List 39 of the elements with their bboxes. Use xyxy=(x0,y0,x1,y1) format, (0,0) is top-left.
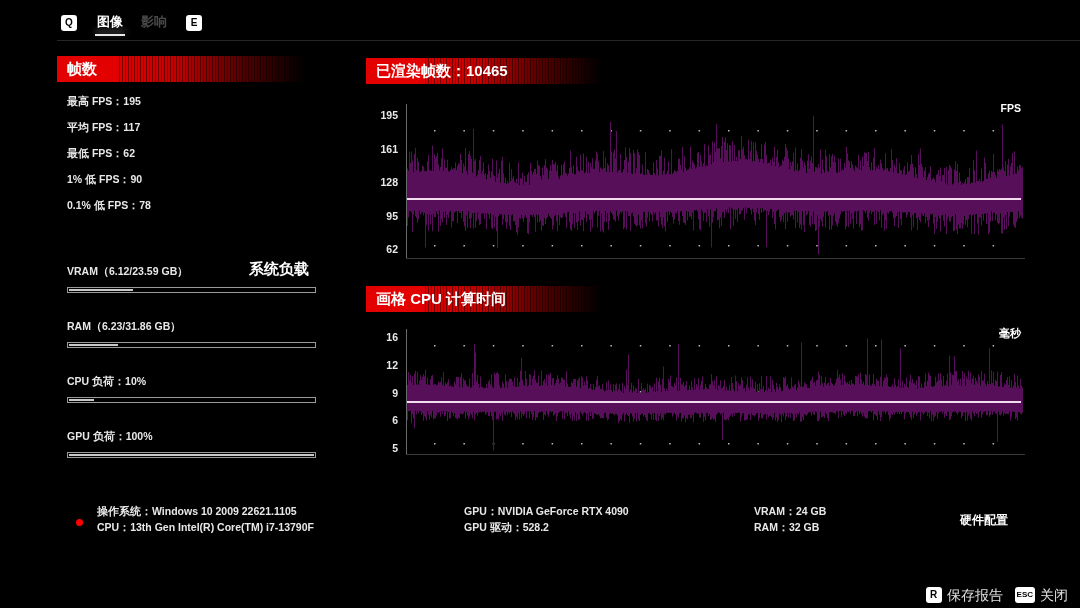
section-title: 画格 CPU 计算时间 xyxy=(376,290,506,308)
graph-unit-label: FPS xyxy=(1000,101,1021,115)
meter-label: VRAM（6.12/23.59 GB） xyxy=(67,265,189,278)
hardware-info-text: GPU：NVIDIA GeForce RTX 4090 xyxy=(464,504,629,519)
footer-action[interactable]: 关闭 xyxy=(1040,587,1068,603)
hardware-info-text: CPU：13th Gen Intel(R) Core(TM) i7-13790F xyxy=(97,520,314,535)
key-cap: R xyxy=(925,587,942,603)
axis-tick-label: 195 xyxy=(380,108,398,122)
key-cap: E xyxy=(186,15,202,31)
section-title: 帧数 xyxy=(67,60,97,78)
footer-action[interactable]: 保存报告 xyxy=(946,587,1003,603)
hardware-info-text: VRAM：24 GB xyxy=(754,504,827,519)
section-heading: 硬件配置 xyxy=(960,513,1008,529)
meter-label: RAM（6.23/31.86 GB） xyxy=(67,320,182,333)
hardware-info-text: RAM：32 GB xyxy=(754,520,820,535)
axis-tick-label: 16 xyxy=(386,330,398,344)
axis-tick-label: 9 xyxy=(392,385,398,400)
graph-unit-label: 毫秒 xyxy=(999,326,1021,340)
key-cap: Q xyxy=(61,15,77,31)
axis-tick-label: 128 xyxy=(380,175,398,189)
section-heading: 系统负载 xyxy=(249,259,309,278)
hardware-info-text: GPU 驱动：528.2 xyxy=(464,520,549,535)
axis-tick-label: 5 xyxy=(392,441,398,455)
stat-text: 1% 低 FPS：90 xyxy=(67,173,143,186)
stat-text: 最低 FPS：62 xyxy=(67,147,136,160)
stat-text: 0.1% 低 FPS：78 xyxy=(67,199,151,212)
hardware-info-text: 操作系统：Windows 10 2009 22621.1105 xyxy=(97,504,297,519)
axis-tick-label: 161 xyxy=(380,141,398,156)
axis-tick-label: 12 xyxy=(386,357,398,372)
axis-tick-label: 6 xyxy=(392,413,398,428)
key-cap: ESC xyxy=(1014,587,1035,603)
section-title: 已渲染帧数：10465 xyxy=(376,62,508,80)
meter-label: GPU 负荷：100% xyxy=(67,430,153,443)
axis-tick-label: 95 xyxy=(386,208,398,223)
tab[interactable]: 图像 xyxy=(95,14,125,36)
axis-tick-label: 62 xyxy=(386,242,398,256)
meter-label: CPU 负荷：10% xyxy=(67,375,147,388)
stat-text: 平均 FPS：117 xyxy=(67,121,141,134)
stat-text: 最高 FPS：195 xyxy=(67,95,141,108)
